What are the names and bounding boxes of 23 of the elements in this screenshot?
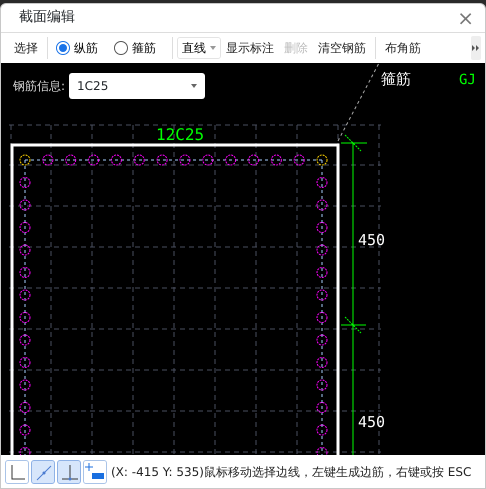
dimension-text: 450 — [358, 231, 386, 250]
tool-button[interactable] — [5, 460, 29, 484]
window-title: 截面编辑 — [19, 8, 75, 28]
field-label: 钢筋信息: — [13, 78, 66, 96]
scroll-right-button[interactable] — [471, 36, 481, 60]
rebar-label: 12C25 — [156, 125, 204, 144]
dimension-text: 450 — [358, 413, 386, 432]
toolbar-button[interactable]: 显示标注 — [221, 37, 279, 60]
double-arrow-icon — [472, 44, 480, 51]
stirrup-label: 箍筋 — [381, 70, 411, 88]
radio-option[interactable]: 纵筋 — [52, 37, 102, 60]
toolbar-button[interactable]: 选择 — [9, 37, 43, 60]
caret-icon — [191, 84, 198, 88]
status-text: (X: -415 Y: 535)鼠标移动选择边线，左键生成边筋，右键或按 ESC — [111, 464, 472, 481]
rebar-select[interactable]: 1C25 — [69, 73, 206, 100]
toolbar-button[interactable]: 布角筋 — [380, 37, 426, 60]
tool-button[interactable] — [57, 460, 81, 484]
caret-icon — [210, 46, 216, 50]
line-type-dropdown[interactable]: 直线 — [177, 37, 221, 60]
radio-option[interactable]: 箍筋 — [110, 37, 160, 60]
toolbar-button[interactable]: 清空钢筋 — [313, 37, 371, 60]
close-button[interactable]: × — [456, 6, 475, 29]
stirrup-code: GJ — [459, 72, 476, 88]
